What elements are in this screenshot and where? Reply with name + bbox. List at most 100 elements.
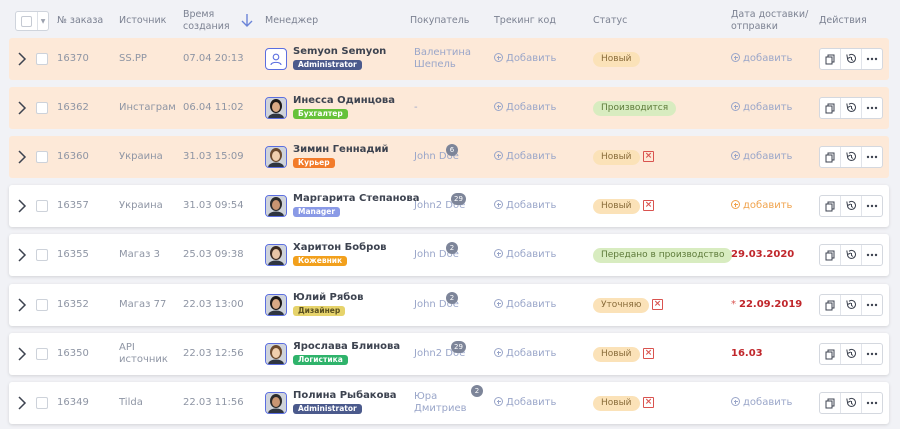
row-checkbox[interactable]: [36, 200, 48, 212]
copy-button[interactable]: [820, 344, 841, 364]
chevron-right-icon[interactable]: [17, 101, 27, 115]
header-order-no[interactable]: № заказа: [57, 15, 103, 27]
copy-button[interactable]: [820, 196, 841, 216]
avatar[interactable]: [265, 392, 287, 414]
more-button[interactable]: [862, 245, 882, 265]
history-button[interactable]: [841, 245, 862, 265]
header-tracking[interactable]: Трекинг код: [494, 15, 556, 27]
chevron-down-icon[interactable]: ▼: [38, 12, 48, 30]
table-row[interactable]: 16355 Магаз 3 25.03 09:38 Харитон Бобров Кож…: [9, 234, 889, 276]
delete-icon[interactable]: ×: [643, 151, 654, 162]
row-checkbox[interactable]: [36, 299, 48, 311]
delivery-date[interactable]: 29.03.2020: [731, 249, 794, 260]
status-badge[interactable]: Новый: [593, 199, 640, 214]
delivery-date[interactable]: 16.03: [731, 348, 763, 359]
avatar[interactable]: [265, 343, 287, 365]
table-row[interactable]: 16362 Инстаграм 06.04 11:02 Инесса Одинцова…: [9, 87, 889, 129]
header-manager[interactable]: Менеджер: [265, 15, 318, 27]
add-delivery-link[interactable]: добавить: [731, 200, 792, 211]
add-tracking-link[interactable]: Добавить: [494, 397, 556, 408]
header-created[interactable]: Время создания: [183, 9, 239, 33]
add-delivery-link[interactable]: добавить: [731, 151, 792, 162]
delete-icon[interactable]: ×: [643, 200, 654, 211]
copy-button[interactable]: [820, 147, 841, 167]
more-button[interactable]: [862, 147, 882, 167]
row-checkbox[interactable]: [36, 53, 48, 65]
buyer-link[interactable]: Валентина Шепель: [414, 47, 472, 71]
status-badge[interactable]: Уточняю: [593, 298, 650, 313]
status-badge[interactable]: Новый: [593, 52, 640, 67]
more-button[interactable]: [862, 196, 882, 216]
history-button[interactable]: [841, 98, 862, 118]
delivery-date[interactable]: * 22.09.2019: [731, 299, 802, 310]
header-delivery[interactable]: Дата доставки/ отправки: [731, 9, 811, 33]
delete-icon[interactable]: ×: [643, 348, 654, 359]
sort-arrow-down-icon[interactable]: [240, 12, 254, 28]
add-tracking-link[interactable]: Добавить: [494, 299, 556, 310]
table-row[interactable]: 16352 Магаз 77 22.03 13:00 Юлий Рябов Дизайн…: [9, 284, 889, 326]
more-button[interactable]: [862, 98, 882, 118]
add-tracking-link[interactable]: Добавить: [494, 151, 556, 162]
buyer-link[interactable]: John Doe: [414, 151, 472, 163]
row-checkbox[interactable]: [36, 249, 48, 261]
chevron-right-icon[interactable]: [17, 150, 27, 164]
history-button[interactable]: [841, 344, 862, 364]
chevron-right-icon[interactable]: [17, 248, 27, 262]
row-checkbox[interactable]: [36, 397, 48, 409]
avatar[interactable]: [265, 146, 287, 168]
more-button[interactable]: [862, 49, 882, 69]
buyer-link[interactable]: Юра Дмитриев: [414, 391, 472, 415]
more-button[interactable]: [862, 295, 882, 315]
row-checkbox[interactable]: [36, 151, 48, 163]
add-tracking-link[interactable]: Добавить: [494, 200, 556, 211]
more-button[interactable]: [862, 393, 882, 413]
copy-button[interactable]: [820, 245, 841, 265]
row-checkbox[interactable]: [36, 102, 48, 114]
add-tracking-link[interactable]: Добавить: [494, 348, 556, 359]
copy-button[interactable]: [820, 295, 841, 315]
status-badge[interactable]: Новый: [593, 150, 640, 165]
status-badge[interactable]: Передано в производство: [593, 248, 733, 263]
delete-icon[interactable]: ×: [643, 397, 654, 408]
history-button[interactable]: [841, 295, 862, 315]
chevron-right-icon[interactable]: [17, 298, 27, 312]
copy-button[interactable]: [820, 49, 841, 69]
header-buyer[interactable]: Покупатель: [410, 15, 469, 27]
delete-icon[interactable]: ×: [652, 299, 663, 310]
add-tracking-link[interactable]: Добавить: [494, 102, 556, 113]
chevron-right-icon[interactable]: [17, 347, 27, 361]
avatar[interactable]: [265, 48, 287, 70]
row-checkbox[interactable]: [36, 348, 48, 360]
history-button[interactable]: [841, 196, 862, 216]
avatar[interactable]: [265, 97, 287, 119]
table-row[interactable]: 16370 SS.PP 07.04 20:13 Semyon Semyon Admini…: [9, 38, 889, 80]
select-all-dropdown[interactable]: ▼: [15, 11, 49, 31]
add-tracking-link[interactable]: Добавить: [494, 53, 556, 64]
status-badge[interactable]: Производится: [593, 101, 677, 116]
add-tracking-link[interactable]: Добавить: [494, 249, 556, 260]
history-button[interactable]: [841, 147, 862, 167]
avatar[interactable]: [265, 244, 287, 266]
history-button[interactable]: [841, 49, 862, 69]
select-all-checkbox[interactable]: [16, 12, 38, 30]
copy-button[interactable]: [820, 98, 841, 118]
add-delivery-link[interactable]: добавить: [731, 53, 792, 64]
add-delivery-link[interactable]: добавить: [731, 102, 792, 113]
status-badge[interactable]: Новый: [593, 396, 640, 411]
header-source[interactable]: Источник: [119, 15, 166, 27]
chevron-right-icon[interactable]: [17, 199, 27, 213]
table-row[interactable]: 16350 API источник 22.03 12:56 Ярослава Бли…: [9, 333, 889, 375]
status-badge[interactable]: Новый: [593, 347, 640, 362]
chevron-right-icon[interactable]: [17, 396, 27, 410]
buyer-link[interactable]: John Doe: [414, 299, 472, 311]
copy-button[interactable]: [820, 393, 841, 413]
avatar[interactable]: [265, 195, 287, 217]
history-button[interactable]: [841, 393, 862, 413]
buyer-link[interactable]: John Doe: [414, 249, 472, 261]
chevron-right-icon[interactable]: [17, 52, 27, 66]
header-status[interactable]: Статус: [593, 15, 627, 27]
avatar[interactable]: [265, 294, 287, 316]
more-button[interactable]: [862, 344, 882, 364]
table-row[interactable]: 16349 Tilda 22.03 11:56 Полина Рыбакова Admi…: [9, 382, 889, 424]
add-delivery-link[interactable]: добавить: [731, 397, 792, 408]
